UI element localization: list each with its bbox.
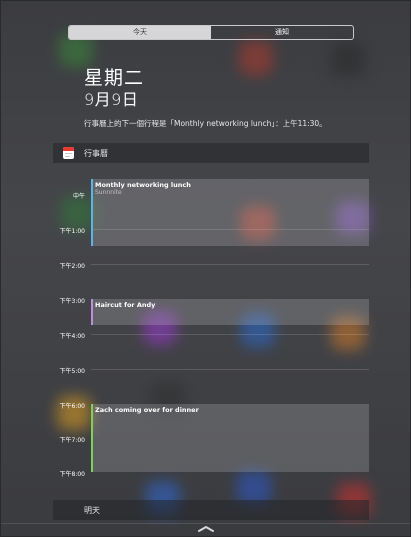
tomorrow-section-header[interactable]: 明天 [53,500,369,520]
hour-label: 下午7:00 [59,437,85,444]
hour-label: 下午2:00 [59,263,85,270]
event-title: Monthly networking lunch [95,181,191,189]
event-color-bar [91,299,93,325]
calendar-event[interactable]: Haircut for Andy [91,299,369,325]
hour-label: 下午4:00 [59,333,85,340]
event-title: Zach coming over for dinner [95,406,199,414]
hour-label: 下午3:00 [59,298,85,305]
hour-label: 下午6:00 [59,403,85,410]
event-location: Sunnnite [95,189,122,196]
view-switcher: 今天 通知 [68,25,354,40]
date-heading: 9月9日 [84,90,139,109]
notification-center: 今天 通知 星期二 9月9日 行事曆上的下一個行程是「Monthly netwo… [0,0,411,537]
calendar-section-header[interactable]: 行事曆 [53,143,369,163]
event-color-bar [91,404,93,472]
calendar-section-title: 行事曆 [84,149,108,158]
hour-label: 下午5:00 [59,368,85,375]
calendar-event[interactable]: Monthly networking lunch Sunnnite [91,179,369,246]
calendar-icon [63,147,74,159]
tab-notifications[interactable]: 通知 [211,26,353,39]
hour-divider [91,334,369,335]
hour-label: 下午1:00 [59,228,85,235]
tab-today[interactable]: 今天 [69,26,211,39]
divider [1,523,410,524]
tomorrow-section-title: 明天 [84,506,100,515]
background-blur [61,196,95,230]
chevron-up-icon[interactable] [198,525,214,533]
background-blur [331,43,365,77]
today-summary: 行事曆上的下一個行程是「Monthly networking lunch」：上午… [84,119,327,128]
hour-divider [91,264,369,265]
hour-divider [91,369,369,370]
hour-label: 下午8:00 [59,471,85,478]
background-blur [239,41,273,75]
event-title: Haircut for Andy [95,301,156,309]
hour-label: 中午 [72,193,85,200]
event-color-bar [91,179,93,246]
calendar-event[interactable]: Zach coming over for dinner [91,404,369,472]
